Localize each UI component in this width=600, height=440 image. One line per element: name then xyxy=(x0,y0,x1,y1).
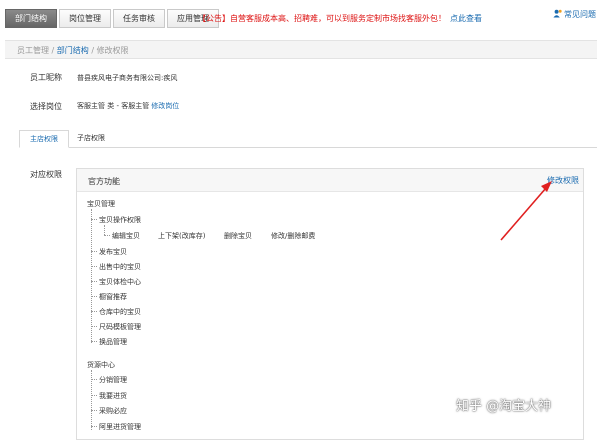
watermark: 知乎 @淘宝大神 xyxy=(456,399,552,414)
annotation-arrow xyxy=(500,181,552,241)
